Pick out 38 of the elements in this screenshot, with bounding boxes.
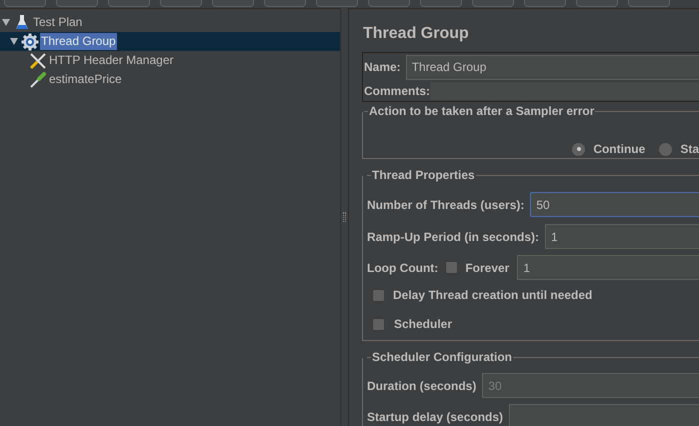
expanded-arrow-icon[interactable] (10, 38, 18, 45)
field-label: Comments: (364, 83, 430, 100)
name-field[interactable]: Thread Group (406, 54, 699, 80)
tree-item[interactable]: Test Plan (32, 14, 84, 31)
radio-button[interactable] (659, 142, 672, 156)
checkbox-label: Scheduler (394, 316, 452, 333)
gear-icon (21, 32, 39, 50)
threads-field[interactable]: 50 (530, 192, 699, 217)
startup-delay-field[interactable] (509, 404, 699, 426)
field-label: Startup delay (seconds) (367, 408, 504, 426)
field-label: Number of Threads (users): (367, 196, 524, 214)
flask-icon (15, 14, 29, 31)
splitter[interactable] (340, 8, 348, 426)
tree-item[interactable]: Thread Group (40, 33, 117, 50)
expanded-arrow-icon[interactable] (2, 19, 10, 26)
section-title: Scheduler Configuration (371, 350, 514, 364)
pipette-icon (29, 70, 47, 88)
ramp-up-field[interactable]: 1 (545, 224, 699, 249)
field-label: Ramp-Up Period (in seconds): (367, 228, 540, 246)
checkbox[interactable] (445, 261, 458, 274)
radio-label: Continue (593, 141, 646, 158)
section-title: Thread Properties (371, 168, 476, 182)
checkbox-label: Delay Thread creation until needed (393, 287, 592, 304)
loop-count-field[interactable]: 1 (517, 255, 699, 280)
checkbox[interactable] (372, 288, 385, 302)
panel-title: Thread Group (363, 24, 470, 44)
section-title: Action to be taken after a Sampler error (368, 104, 596, 118)
field-label: Duration (seconds) (367, 378, 476, 394)
radio-button[interactable] (572, 142, 586, 156)
checkbox[interactable] (372, 318, 385, 330)
field-label: Name: (364, 59, 401, 76)
tree-item[interactable]: HTTP Header Manager (48, 52, 174, 69)
field-label: Loop Count: (367, 260, 438, 276)
tree-item[interactable]: estimatePrice (48, 71, 123, 88)
tools-icon (29, 52, 47, 70)
radio-label: Sta (680, 141, 699, 158)
comments-field[interactable] (430, 82, 699, 100)
checkbox-label: Forever (465, 260, 510, 276)
